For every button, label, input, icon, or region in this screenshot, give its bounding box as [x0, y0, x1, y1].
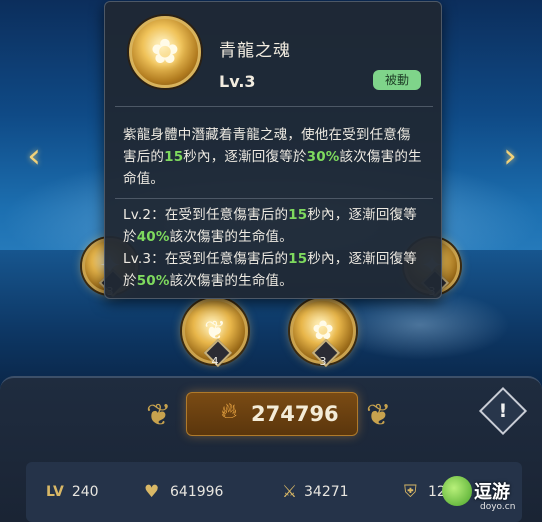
skill-level-upgrades: Lv.2：在受到任意傷害后的15秒內，逐漸回復等於40%該次傷害的生命值。 Lv.…	[123, 204, 429, 292]
level-value: 240	[71, 484, 99, 500]
skill-tooltip: ✿ 青龍之魂 Lv.3 被動 紫龍身體中潛藏着青龍之魂，使他在受到任意傷害后的1…	[104, 1, 442, 299]
highlight-value: 40%	[136, 229, 170, 245]
tooltip-divider	[115, 198, 433, 199]
highlight-value: 30%	[306, 149, 340, 165]
watermark-url: doyo.cn	[480, 502, 516, 512]
combat-power-box: 🔥︎ 274796	[186, 392, 358, 436]
flame-icon: 🔥︎	[221, 399, 238, 424]
highlight-value: 50%	[136, 273, 170, 289]
laurel-left-icon: ❦	[146, 398, 172, 433]
stat-hp: 641996	[170, 484, 223, 500]
stat-level: LV 240	[46, 484, 99, 500]
level-badge-value: 3	[319, 355, 327, 368]
watermark-text: 逗游	[474, 482, 510, 503]
shield-icon: ⛨	[404, 482, 417, 502]
skill-description: 紫龍身體中潛藏着青龍之魂，使他在受到任意傷害后的15秒內，逐漸回復等於30%該次…	[123, 124, 423, 190]
laurel-right-icon: ❦	[366, 398, 392, 433]
skill-level: Lv.3	[219, 72, 256, 91]
description-text: 該次傷害的生命值。	[169, 273, 293, 289]
prev-skill-arrow[interactable]: ‹	[22, 136, 46, 176]
watermark-logo	[442, 476, 472, 506]
attack-value: 34271	[304, 484, 349, 500]
description-text: Lv.3：在受到任意傷害后的	[123, 251, 289, 267]
highlight-value: 15	[288, 251, 308, 267]
info-icon[interactable]: !	[486, 394, 520, 428]
skill-name: 青龍之魂	[219, 41, 291, 61]
passive-tag: 被動	[373, 70, 421, 90]
stat-attack: 34271	[304, 484, 349, 500]
highlight-value: 15	[164, 149, 184, 165]
skill-orb-dragon[interactable]: ❦ 4	[182, 298, 248, 368]
hp-value: 641996	[170, 484, 224, 500]
level-upgrade-line: Lv.2：在受到任意傷害后的15秒內，逐漸回復等於40%該次傷害的生命值。	[123, 204, 429, 248]
description-text: 秒內，逐漸回復等於	[183, 149, 307, 165]
next-skill-arrow[interactable]: ›	[498, 136, 522, 176]
combat-power-value: 274796	[251, 402, 339, 426]
sea-shimmer	[330, 290, 510, 360]
level-badge-value: 4	[211, 355, 219, 368]
skill-orb-azure-dragon[interactable]: ✿ 3	[290, 298, 356, 368]
azure-dragon-soul-icon: ✿	[150, 32, 180, 72]
sword-icon: ⚔	[282, 482, 298, 502]
heart-icon: ♥	[144, 482, 160, 502]
level-label: LV	[46, 484, 64, 500]
tooltip-divider	[115, 106, 433, 107]
highlight-value: 15	[288, 207, 308, 223]
level-upgrade-line: Lv.3：在受到任意傷害后的15秒內，逐漸回復等於50%該次傷害的生命值。	[123, 248, 429, 292]
description-text: 該次傷害的生命值。	[169, 229, 293, 245]
skill-tooltip-icon: ✿	[129, 16, 201, 88]
description-text: Lv.2：在受到任意傷害后的	[123, 207, 289, 223]
